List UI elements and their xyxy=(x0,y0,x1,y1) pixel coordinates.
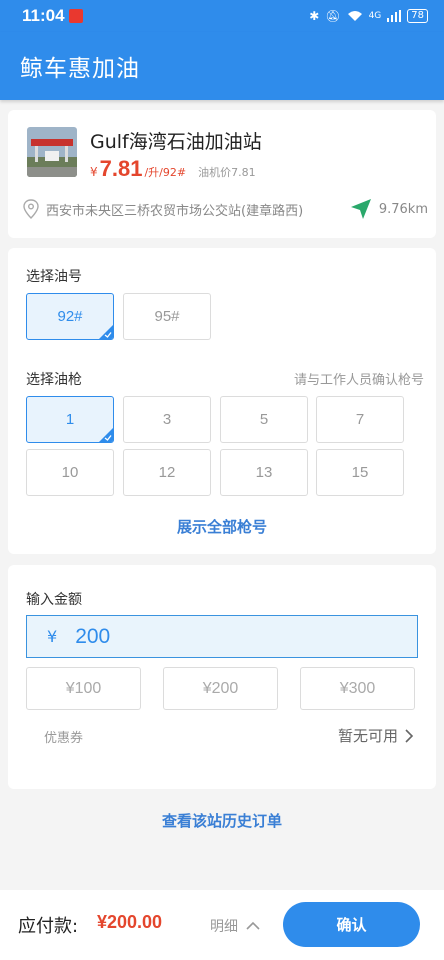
fuel-option-label: 92# xyxy=(57,308,83,325)
nozzle-option-label: 3 xyxy=(162,411,172,428)
mute-icon: 🔕︎ xyxy=(325,9,341,23)
station-card: Gulf海湾石油加油站 ¥ 7.81 /升/92# 油机价7.81 西安市未央区… xyxy=(8,110,436,238)
nozzle-option-label: 1 xyxy=(65,411,75,428)
quick-amount-100[interactable]: ¥100 xyxy=(26,667,141,710)
battery-icon: 78 xyxy=(407,9,428,23)
nozzle-option-label: 12 xyxy=(158,464,176,481)
chevron-up-icon xyxy=(246,921,260,930)
amount-currency: ¥ xyxy=(47,627,58,646)
coupon-label: 优惠券 xyxy=(44,731,84,746)
navigate-button[interactable]: 9.76km xyxy=(349,197,428,221)
pay-label: 应付款: xyxy=(18,916,79,937)
nozzle-option-label: 15 xyxy=(351,464,369,481)
nozzle-option-10[interactable]: 10 xyxy=(26,449,114,496)
station-address: 西安市未央区三桥农贸市场公交站(建章路西) xyxy=(46,203,304,219)
amount-value: 200 xyxy=(75,624,111,648)
nozzle-option-15[interactable]: 15 xyxy=(316,449,404,496)
page-title: 鲸车惠加油 xyxy=(20,56,140,82)
station-image xyxy=(27,127,77,177)
station-name: Gulf海湾石油加油站 xyxy=(90,131,262,153)
nozzle-option-label: 10 xyxy=(61,464,79,481)
location-pin-icon xyxy=(23,199,39,219)
fuel-type-label: 选择油号 xyxy=(26,269,82,285)
nozzle-option-7[interactable]: 7 xyxy=(316,396,404,443)
navigation-arrow-icon xyxy=(350,199,371,219)
show-all-nozzles-button[interactable]: 展示全部枪号 xyxy=(8,516,436,537)
station-distance: 9.76km xyxy=(378,201,428,217)
price-currency: ¥ xyxy=(90,165,98,179)
status-icons: ✱ 🔕︎ 4G 78 xyxy=(309,9,428,23)
nozzle-option-3[interactable]: 3 xyxy=(123,396,211,443)
nozzle-option-label: 13 xyxy=(255,464,273,481)
address-row: 西安市未央区三桥农贸市场公交站(建章路西) 9.76km xyxy=(22,198,428,220)
fuel-option-92[interactable]: 92# xyxy=(26,293,114,340)
nozzle-option-13[interactable]: 13 xyxy=(220,449,308,496)
amount-label: 输入金额 xyxy=(26,592,82,608)
status-time: 11:04 xyxy=(22,6,65,25)
nozzle-label: 选择油枪 xyxy=(26,372,82,388)
selection-card: 选择油号 92# 95# 选择油枪 请与工作人员确认枪号 1 3 5 7 10 … xyxy=(8,248,436,554)
wifi-icon xyxy=(347,11,362,21)
nozzle-hint: 请与工作人员确认枪号 xyxy=(293,373,424,388)
confirm-button[interactable]: 确认 xyxy=(283,902,420,947)
coupon-selector[interactable]: 暂无可用 xyxy=(338,725,414,746)
fuel-option-label: 95# xyxy=(154,308,180,325)
quick-amount-300[interactable]: ¥300 xyxy=(300,667,415,710)
price-unit: /升/92# xyxy=(144,166,187,179)
chevron-right-icon xyxy=(405,728,414,743)
amount-input[interactable]: ¥ 200 xyxy=(26,615,418,658)
amount-card: 输入金额 ¥ 200 ¥100 ¥200 ¥300 优惠券 暂无可用 xyxy=(8,565,436,789)
price-value: 7.81 xyxy=(99,156,143,181)
detail-label: 明细 xyxy=(210,919,238,935)
price-row: ¥ 7.81 /升/92# 油机价7.81 xyxy=(90,156,256,182)
nozzle-option-label: 7 xyxy=(355,411,365,428)
nozzle-option-label: 5 xyxy=(259,411,269,428)
signal-icon xyxy=(387,10,402,22)
nozzle-option-1[interactable]: 1 xyxy=(26,396,114,443)
coupon-value: 暂无可用 xyxy=(337,727,398,745)
selected-check-icon xyxy=(99,428,113,442)
station-history-orders-link[interactable]: 查看该站历史订单 xyxy=(0,810,444,831)
nozzle-option-5[interactable]: 5 xyxy=(220,396,308,443)
nozzle-option-12[interactable]: 12 xyxy=(123,449,211,496)
quick-amount-200[interactable]: ¥200 xyxy=(163,667,278,710)
pay-amount: ¥200.00 xyxy=(97,912,163,932)
bluetooth-icon: ✱ xyxy=(309,9,320,23)
fuel-option-95[interactable]: 95# xyxy=(123,293,211,340)
app-bar: 鲸车惠加油 xyxy=(0,32,444,100)
selected-check-icon xyxy=(99,325,113,339)
price-detail-toggle[interactable]: 明细 xyxy=(210,916,260,936)
network-type: 4G xyxy=(368,11,382,21)
machine-price: 油机价7.81 xyxy=(198,166,256,179)
bottom-bar: 应付款: ¥200.00 明细 确认 xyxy=(0,890,444,960)
status-bar: 11:04 ✱ 🔕︎ 4G 78 xyxy=(0,0,444,32)
app-notification-icon xyxy=(68,9,83,23)
